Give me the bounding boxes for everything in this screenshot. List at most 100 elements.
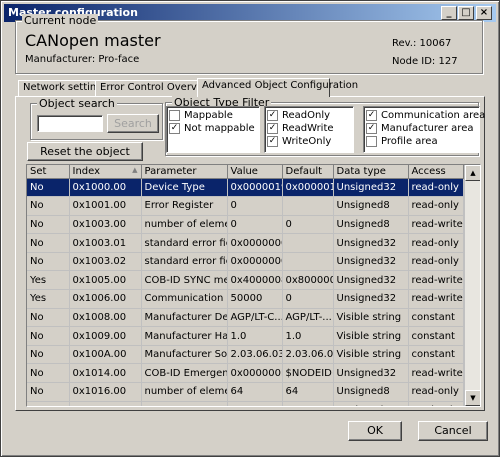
ok-button[interactable]: OK xyxy=(348,421,402,441)
table-cell: 0x1016.01 xyxy=(69,401,142,406)
column-header-index[interactable]: Index ▲ xyxy=(69,165,142,179)
table-row[interactable]: No0x1000.00Device Type0x000001950x000001… xyxy=(27,178,464,198)
manufacturer-text: Manufacturer: Pro-face xyxy=(25,54,140,65)
table-cell: 50000 xyxy=(227,289,283,309)
table-cell xyxy=(282,196,334,216)
minimize-button[interactable]: _ xyxy=(441,6,457,20)
table-row[interactable]: No0x100A.00Manufacturer Soft...2.03.06.0… xyxy=(27,345,464,365)
table-cell: Unsigned8 xyxy=(333,215,409,235)
table-row[interactable]: No 0x1001.00 Error Register 0 Unsigned8 read-… xyxy=(27,196,464,216)
table-cell: 0x00000000 xyxy=(227,252,283,272)
table-cell: Device Type xyxy=(141,178,228,198)
table-row[interactable]: Yes0x1005.00COB-ID SYNC me...0x400000800… xyxy=(27,270,464,291)
tab-network-settings[interactable]: Network settings xyxy=(18,80,108,96)
table-cell: 0x00000195 xyxy=(282,178,334,198)
table-cell: Manufacturer Devi... xyxy=(141,308,228,328)
table-row[interactable]: No0x1014.00COB-ID Emergenc...0x000000FF$… xyxy=(27,363,464,384)
table-cell: 0x80000080 xyxy=(282,270,334,291)
table-cell: read-write xyxy=(408,363,464,384)
table-cell: Unsigned8 xyxy=(333,382,409,402)
sort-ascending-icon: ▲ xyxy=(132,165,138,174)
readonly-checkbox[interactable]: ✓ ReadOnly xyxy=(267,109,351,122)
table-cell: 0x00000195 xyxy=(227,178,283,198)
table-cell: Unsigned32 xyxy=(333,233,409,253)
not-mappable-checkbox[interactable]: ✓ Not mappable xyxy=(169,122,257,135)
column-header-set[interactable]: Set xyxy=(27,165,70,179)
column-header-data-type[interactable]: Data type xyxy=(333,165,409,179)
table-cell: number of elements xyxy=(141,382,228,402)
table-cell: read-write xyxy=(408,401,464,406)
profile-area-checkbox[interactable]: Profile area xyxy=(366,135,477,148)
current-node-label: Current node xyxy=(22,14,99,27)
table-cell: AGP/LT-C... xyxy=(227,308,283,328)
table-cell: Manufacturer Hard... xyxy=(141,326,228,346)
readwrite-checkbox[interactable]: ✓ ReadWrite xyxy=(267,122,351,135)
table-cell: No xyxy=(27,178,70,198)
table-cell: No xyxy=(27,308,70,328)
close-button[interactable]: × xyxy=(476,6,492,20)
table-cell: standard error field xyxy=(141,252,228,272)
table-cell: Manufacturer Soft... xyxy=(141,345,228,365)
table-cell: Unsigned32 xyxy=(333,363,409,384)
table-cell: 0x00000000 xyxy=(227,401,283,406)
column-header-parameter[interactable]: Parameter xyxy=(141,165,228,179)
table-row[interactable]: No0x1003.02standard error field0x0000000… xyxy=(27,252,464,272)
table-cell: 1.0 xyxy=(227,326,283,346)
mappable-checkbox[interactable]: Mappable xyxy=(169,109,257,122)
tab-error-control-overview[interactable]: Error Control Overview xyxy=(95,80,214,96)
table-cell: read-only xyxy=(408,196,464,216)
table-cell: constant xyxy=(408,326,464,346)
column-header-value[interactable]: Value xyxy=(227,165,283,179)
table-row[interactable]: No0x1016.01Consumer Heartbe...0x00000000… xyxy=(27,401,464,406)
table-cell: read-only xyxy=(408,233,464,253)
column-header-default[interactable]: Default xyxy=(282,165,334,179)
table-cell: Unsigned32 xyxy=(333,289,409,309)
table-row[interactable]: No0x1003.00number of elements00Unsigned8… xyxy=(27,215,464,235)
table-cell: 0x1003.00 xyxy=(69,215,142,235)
revision-text: Rev.: 10067 xyxy=(392,38,452,49)
object-table-container: Set Index ▲ Parameter Value Default Data … xyxy=(26,164,481,407)
table-cell: 0 xyxy=(282,401,334,406)
table-cell xyxy=(282,252,334,272)
table-body: No0x1000.00Device Type0x000001950x000001… xyxy=(27,178,464,406)
readwrite-check-icon: ✓ xyxy=(267,123,278,134)
table-cell: 0x1003.01 xyxy=(69,233,142,253)
table-row[interactable]: No0x1016.00number of elements6464Unsigne… xyxy=(27,382,464,402)
object-type-filter-group: Object Type Filter Mappable ✓ Not mappabl… xyxy=(165,96,485,156)
table-scrollbar[interactable]: ▲ ▼ xyxy=(464,165,480,406)
tab-advanced-object-configuration[interactable]: Advanced Object Configuration xyxy=(197,78,358,97)
mappable-filter-list: Mappable ✓ Not mappable xyxy=(166,106,260,153)
table-cell: AGP/LT-... xyxy=(282,308,334,328)
table-cell: COB-ID SYNC me... xyxy=(141,270,228,291)
table-cell: Visible string xyxy=(333,345,409,365)
cancel-button[interactable]: Cancel xyxy=(418,421,488,441)
search-button[interactable]: Search xyxy=(107,114,159,133)
table-cell: 1.0 xyxy=(282,326,334,346)
not-mappable-check-icon: ✓ xyxy=(169,123,180,134)
table-cell: 0 xyxy=(282,215,334,235)
table-row[interactable]: No0x1003.01standard error field0x0000000… xyxy=(27,233,464,253)
table-cell: read-only xyxy=(408,382,464,402)
maximize-button[interactable]: □ xyxy=(458,6,474,20)
reset-object-button[interactable]: Reset the object xyxy=(27,142,143,161)
column-header-access[interactable]: Access xyxy=(408,165,464,179)
writeonly-checkbox[interactable]: ✓ WriteOnly xyxy=(267,135,351,148)
table-row[interactable]: Yes0x1006.00Communication Cy...500000Uns… xyxy=(27,289,464,309)
object-search-input[interactable] xyxy=(37,115,103,132)
table-row[interactable]: No0x1008.00Manufacturer Devi...AGP/LT-C.… xyxy=(27,308,464,328)
master-configuration-window: Master configuration _ □ × Current node … xyxy=(0,0,500,457)
table-cell: Unsigned8 xyxy=(333,196,409,216)
communication-area-checkbox[interactable]: ✓ Communication area xyxy=(366,109,485,122)
table-cell: standard error field xyxy=(141,233,228,253)
table-cell: Unsigned32 xyxy=(333,252,409,272)
communication-area-check-icon: ✓ xyxy=(366,110,377,121)
table-cell: 0x1005.00 xyxy=(69,270,142,291)
manufacturer-area-checkbox[interactable]: ✓ Manufacturer area xyxy=(366,122,477,135)
scroll-down-button[interactable]: ▼ xyxy=(465,390,480,406)
scroll-up-button[interactable]: ▲ xyxy=(465,165,480,181)
table-cell: No xyxy=(27,401,70,406)
table-cell: constant xyxy=(408,308,464,328)
table-cell: Yes xyxy=(27,289,70,309)
writeonly-check-icon: ✓ xyxy=(267,136,278,147)
table-row[interactable]: No0x1009.00Manufacturer Hard...1.01.0Vis… xyxy=(27,326,464,346)
